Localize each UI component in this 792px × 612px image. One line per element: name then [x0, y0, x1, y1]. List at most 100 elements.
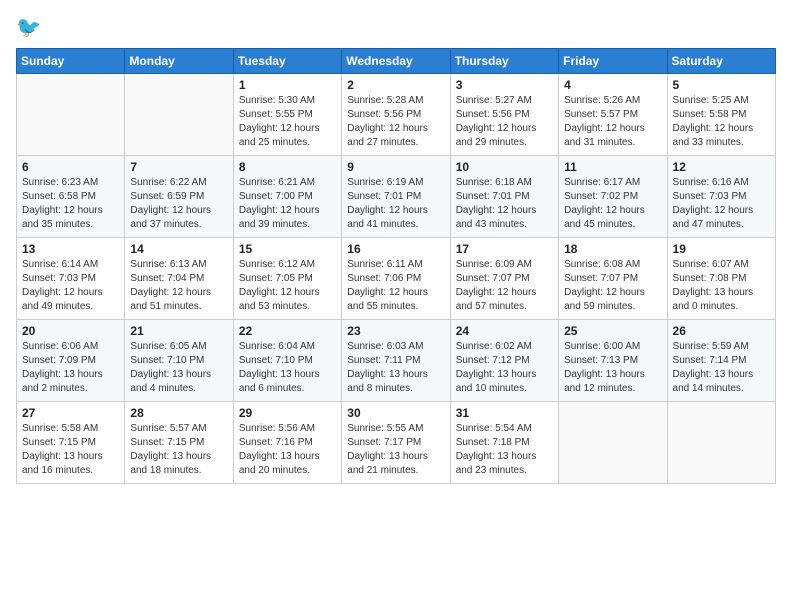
calendar-cell: 31 Sunrise: 5:54 AM Sunset: 7:18 PM Dayli…: [450, 402, 558, 484]
day-number: 26: [673, 324, 770, 338]
day-info: Sunrise: 6:08 AM Sunset: 7:07 PM Dayligh…: [564, 258, 661, 314]
day-info: Sunrise: 6:13 AM Sunset: 7:04 PM Dayligh…: [130, 258, 227, 314]
calendar-cell: 16Sunrise: 6:11 AM Sunset: 7:06 PM Dayli…: [342, 238, 450, 320]
day-info: Sunrise: 5:26 AM Sunset: 5:57 PM Dayligh…: [564, 94, 661, 150]
calendar-cell: 15 Sunrise: 6:12 AM Sunset: 7:05 PM Dayli…: [233, 238, 341, 320]
weekday-header-wednesday: Wednesday: [342, 49, 450, 74]
calendar-cell: 22 Sunrise: 6:04 AM Sunset: 7:10 PM Dayli…: [233, 320, 341, 402]
day-info: Sunrise: 6:06 AM Sunset: 7:09 PM Dayligh…: [22, 340, 119, 396]
day-number: 6: [22, 160, 119, 174]
calendar-cell: 14 Sunrise: 6:13 AM Sunset: 7:04 PM Dayli…: [125, 238, 233, 320]
day-number: 5: [673, 78, 770, 92]
calendar-cell: 24Sunrise: 6:02 AM Sunset: 7:12 PM Dayli…: [450, 320, 558, 402]
calendar-cell: [667, 402, 775, 484]
calendar-cell: [17, 74, 125, 156]
calendar-cell: 8 Sunrise: 6:21 AM Sunset: 7:00 PM Daylig…: [233, 156, 341, 238]
week-row-4: 20Sunrise: 6:06 AM Sunset: 7:09 PM Dayli…: [17, 320, 776, 402]
day-number: 18: [564, 242, 661, 256]
day-number: 30: [347, 406, 444, 420]
week-row-3: 13 Sunrise: 6:14 AM Sunset: 7:03 PM Dayli…: [17, 238, 776, 320]
day-number: 31: [456, 406, 553, 420]
day-info: Sunrise: 5:57 AM Sunset: 7:15 PM Dayligh…: [130, 422, 227, 478]
weekday-header-friday: Friday: [559, 49, 667, 74]
day-number: 27: [22, 406, 119, 420]
week-row-1: 1Sunrise: 5:30 AM Sunset: 5:55 PM Daylig…: [17, 74, 776, 156]
day-info: Sunrise: 5:54 AM Sunset: 7:18 PM Dayligh…: [456, 422, 553, 478]
day-number: 7: [130, 160, 227, 174]
calendar-cell: 10 Sunrise: 6:18 AM Sunset: 7:01 PM Dayli…: [450, 156, 558, 238]
calendar-cell: 17 Sunrise: 6:09 AM Sunset: 7:07 PM Dayli…: [450, 238, 558, 320]
day-info: Sunrise: 6:00 AM Sunset: 7:13 PM Dayligh…: [564, 340, 661, 396]
day-number: 28: [130, 406, 227, 420]
day-number: 3: [456, 78, 553, 92]
calendar-cell: 9 Sunrise: 6:19 AM Sunset: 7:01 PM Daylig…: [342, 156, 450, 238]
weekday-header-tuesday: Tuesday: [233, 49, 341, 74]
day-number: 22: [239, 324, 336, 338]
day-number: 15: [239, 242, 336, 256]
day-number: 13: [22, 242, 119, 256]
day-info: Sunrise: 6:07 AM Sunset: 7:08 PM Dayligh…: [673, 258, 770, 314]
day-number: 4: [564, 78, 661, 92]
calendar-cell: 28 Sunrise: 5:57 AM Sunset: 7:15 PM Dayli…: [125, 402, 233, 484]
day-info: Sunrise: 6:17 AM Sunset: 7:02 PM Dayligh…: [564, 176, 661, 232]
weekday-header-row: SundayMondayTuesdayWednesdayThursdayFrid…: [17, 49, 776, 74]
weekday-header-sunday: Sunday: [17, 49, 125, 74]
calendar-cell: 26 Sunrise: 5:59 AM Sunset: 7:14 PM Dayli…: [667, 320, 775, 402]
day-number: 1: [239, 78, 336, 92]
day-number: 2: [347, 78, 444, 92]
day-info: Sunrise: 6:09 AM Sunset: 7:07 PM Dayligh…: [456, 258, 553, 314]
day-info: Sunrise: 6:03 AM Sunset: 7:11 PM Dayligh…: [347, 340, 444, 396]
calendar-cell: 4 Sunrise: 5:26 AM Sunset: 5:57 PM Daylig…: [559, 74, 667, 156]
day-info: Sunrise: 6:23 AM Sunset: 6:58 PM Dayligh…: [22, 176, 119, 232]
calendar-cell: 27 Sunrise: 5:58 AM Sunset: 7:15 PM Dayli…: [17, 402, 125, 484]
day-info: Sunrise: 5:55 AM Sunset: 7:17 PM Dayligh…: [347, 422, 444, 478]
calendar-cell: 20Sunrise: 6:06 AM Sunset: 7:09 PM Dayli…: [17, 320, 125, 402]
day-info: Sunrise: 6:21 AM Sunset: 7:00 PM Dayligh…: [239, 176, 336, 232]
logo: 🐦: [16, 14, 46, 42]
day-number: 19: [673, 242, 770, 256]
day-info: Sunrise: 5:56 AM Sunset: 7:16 PM Dayligh…: [239, 422, 336, 478]
week-row-2: 6 Sunrise: 6:23 AM Sunset: 6:58 PM Daylig…: [17, 156, 776, 238]
calendar-cell: 3Sunrise: 5:27 AM Sunset: 5:56 PM Daylig…: [450, 74, 558, 156]
calendar-cell: [559, 402, 667, 484]
calendar-cell: 12 Sunrise: 6:16 AM Sunset: 7:03 PM Dayli…: [667, 156, 775, 238]
day-info: Sunrise: 6:12 AM Sunset: 7:05 PM Dayligh…: [239, 258, 336, 314]
day-number: 17: [456, 242, 553, 256]
day-number: 21: [130, 324, 227, 338]
day-info: Sunrise: 6:02 AM Sunset: 7:12 PM Dayligh…: [456, 340, 553, 396]
calendar-cell: 23 Sunrise: 6:03 AM Sunset: 7:11 PM Dayli…: [342, 320, 450, 402]
day-info: Sunrise: 6:18 AM Sunset: 7:01 PM Dayligh…: [456, 176, 553, 232]
calendar-cell: 19 Sunrise: 6:07 AM Sunset: 7:08 PM Dayli…: [667, 238, 775, 320]
day-info: Sunrise: 6:16 AM Sunset: 7:03 PM Dayligh…: [673, 176, 770, 232]
calendar-cell: 2 Sunrise: 5:28 AM Sunset: 5:56 PM Daylig…: [342, 74, 450, 156]
day-number: 14: [130, 242, 227, 256]
calendar-cell: 29 Sunrise: 5:56 AM Sunset: 7:16 PM Dayli…: [233, 402, 341, 484]
day-number: 29: [239, 406, 336, 420]
calendar-cell: 7Sunrise: 6:22 AM Sunset: 6:59 PM Daylig…: [125, 156, 233, 238]
calendar-table: SundayMondayTuesdayWednesdayThursdayFrid…: [16, 48, 776, 484]
calendar-cell: 25Sunrise: 6:00 AM Sunset: 7:13 PM Dayli…: [559, 320, 667, 402]
day-info: Sunrise: 5:59 AM Sunset: 7:14 PM Dayligh…: [673, 340, 770, 396]
day-number: 23: [347, 324, 444, 338]
day-info: Sunrise: 6:11 AM Sunset: 7:06 PM Dayligh…: [347, 258, 444, 314]
weekday-header-saturday: Saturday: [667, 49, 775, 74]
day-info: Sunrise: 5:58 AM Sunset: 7:15 PM Dayligh…: [22, 422, 119, 478]
header: 🐦: [16, 14, 776, 42]
calendar-cell: 6 Sunrise: 6:23 AM Sunset: 6:58 PM Daylig…: [17, 156, 125, 238]
calendar-cell: 11Sunrise: 6:17 AM Sunset: 7:02 PM Dayli…: [559, 156, 667, 238]
weekday-header-thursday: Thursday: [450, 49, 558, 74]
calendar-cell: 1Sunrise: 5:30 AM Sunset: 5:55 PM Daylig…: [233, 74, 341, 156]
day-number: 12: [673, 160, 770, 174]
calendar-cell: 18 Sunrise: 6:08 AM Sunset: 7:07 PM Dayli…: [559, 238, 667, 320]
weekday-header-monday: Monday: [125, 49, 233, 74]
day-info: Sunrise: 5:25 AM Sunset: 5:58 PM Dayligh…: [673, 94, 770, 150]
day-number: 8: [239, 160, 336, 174]
day-number: 9: [347, 160, 444, 174]
day-info: Sunrise: 5:28 AM Sunset: 5:56 PM Dayligh…: [347, 94, 444, 150]
day-info: Sunrise: 6:04 AM Sunset: 7:10 PM Dayligh…: [239, 340, 336, 396]
logo-icon: 🐦: [16, 14, 44, 42]
calendar-cell: 13 Sunrise: 6:14 AM Sunset: 7:03 PM Dayli…: [17, 238, 125, 320]
day-info: Sunrise: 6:19 AM Sunset: 7:01 PM Dayligh…: [347, 176, 444, 232]
day-number: 10: [456, 160, 553, 174]
day-info: Sunrise: 6:14 AM Sunset: 7:03 PM Dayligh…: [22, 258, 119, 314]
